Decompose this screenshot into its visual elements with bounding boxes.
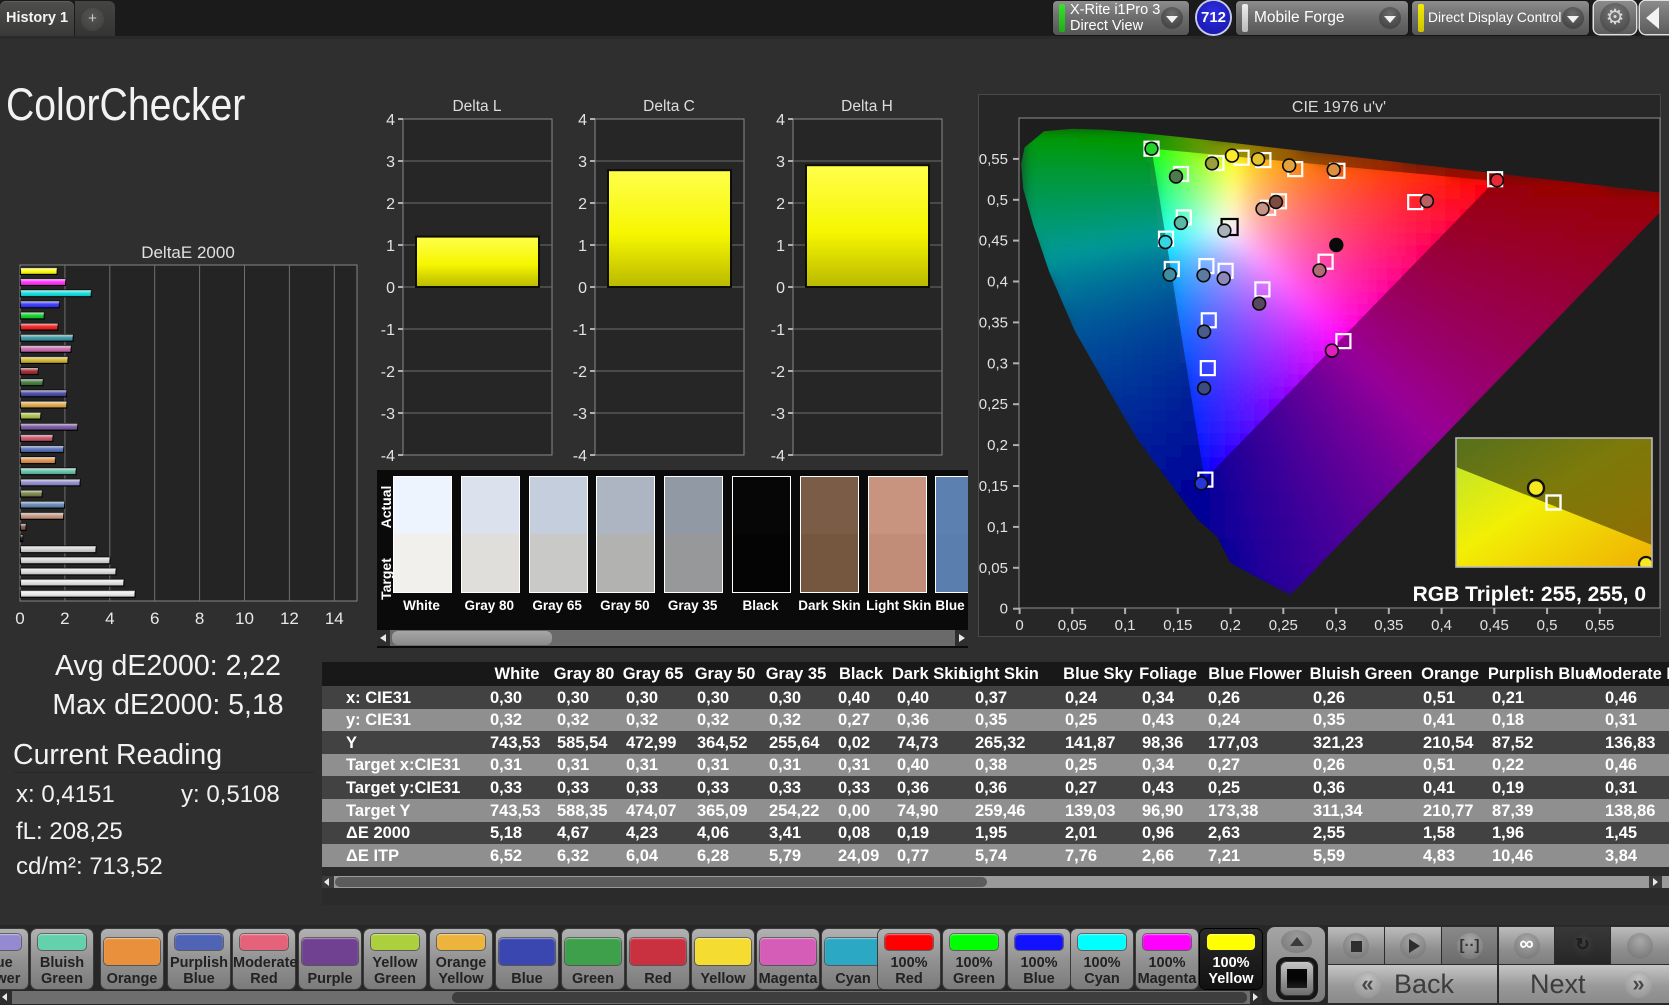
svg-text:CIE 1976 u'v': CIE 1976 u'v'	[1292, 99, 1386, 116]
svg-text:0,3: 0,3	[1326, 617, 1347, 634]
svg-text:0,15: 0,15	[979, 478, 1008, 495]
svg-text:0,35: 0,35	[979, 314, 1008, 331]
svg-text:0,2: 0,2	[987, 437, 1008, 454]
svg-text:0,45: 0,45	[979, 233, 1008, 250]
svg-text:0,4: 0,4	[1431, 617, 1452, 634]
svg-text:0: 0	[1000, 601, 1008, 618]
svg-text:0,2: 0,2	[1220, 617, 1241, 634]
svg-text:0,1: 0,1	[987, 519, 1008, 536]
svg-text:0,25: 0,25	[979, 396, 1008, 413]
svg-text:0,4: 0,4	[987, 274, 1008, 291]
svg-text:0,15: 0,15	[1163, 617, 1192, 634]
svg-text:0: 0	[1015, 617, 1023, 634]
svg-text:0,3: 0,3	[987, 355, 1008, 372]
svg-text:0,25: 0,25	[1269, 617, 1298, 634]
svg-text:0,35: 0,35	[1374, 617, 1403, 634]
svg-text:0,55: 0,55	[979, 151, 1008, 168]
svg-text:0,5: 0,5	[987, 192, 1008, 209]
svg-text:0,55: 0,55	[1585, 617, 1614, 634]
svg-text:0,45: 0,45	[1480, 617, 1509, 634]
svg-text:0,5: 0,5	[1537, 617, 1558, 634]
svg-text:0,05: 0,05	[1058, 617, 1087, 634]
svg-text:0,05: 0,05	[979, 560, 1008, 577]
svg-text:0,1: 0,1	[1115, 617, 1136, 634]
